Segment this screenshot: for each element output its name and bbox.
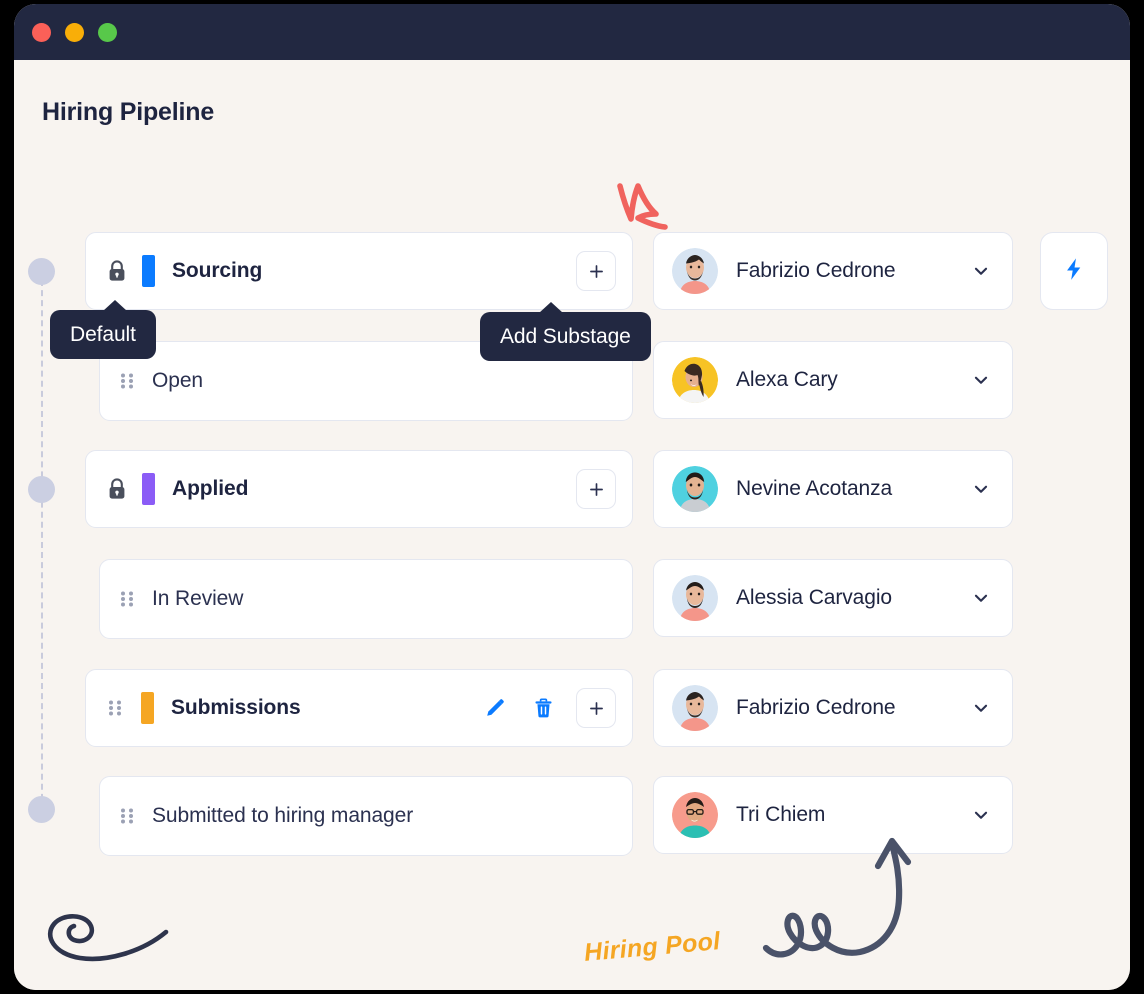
delete-stage-button[interactable] [530, 695, 556, 721]
candidate-name: Alexa Cary [736, 368, 838, 391]
candidate-card[interactable]: Tri Chiem [653, 776, 1013, 854]
candidate-card[interactable]: Alessia Carvagio [653, 559, 1013, 637]
minimize-window-button[interactable] [65, 22, 84, 42]
avatar [672, 792, 718, 838]
candidate-card[interactable]: Fabrizio Cedrone [653, 669, 1013, 747]
drag-handle-icon[interactable] [118, 805, 136, 827]
stage-card-applied[interactable]: Applied [85, 450, 633, 528]
avatar [672, 685, 718, 731]
candidate-card[interactable]: Fabrizio Cedrone [653, 232, 1013, 310]
substage-card-submitted-to-hiring-manager[interactable]: Submitted to hiring manager [99, 776, 633, 856]
avatar [672, 466, 718, 512]
chevron-down-icon[interactable] [970, 804, 992, 826]
chevron-down-icon[interactable] [970, 587, 992, 609]
avatar [672, 248, 718, 294]
stage-name: Submissions [171, 696, 301, 719]
chevron-down-icon[interactable] [970, 478, 992, 500]
chevron-down-icon[interactable] [970, 697, 992, 719]
stage-name: Applied [172, 477, 249, 500]
tooltip-add-substage: Add Substage [480, 302, 651, 361]
add-substage-button[interactable] [576, 251, 616, 291]
tooltip-default: Default [50, 300, 156, 359]
chevron-down-icon[interactable] [970, 369, 992, 391]
lightning-bolt-icon [1061, 256, 1087, 287]
close-window-button[interactable] [32, 22, 51, 42]
stage-card-sourcing[interactable]: Sourcing [85, 232, 633, 310]
substage-name: Open [152, 369, 203, 392]
candidate-name: Fabrizio Cedrone [736, 696, 896, 719]
stage-name: Sourcing [172, 259, 263, 282]
hiring-pool-annotation: Hiring Pool [582, 927, 722, 967]
stage-color-swatch [142, 473, 155, 505]
avatar [672, 357, 718, 403]
timeline-dot-sourcing [28, 258, 55, 285]
candidate-name: Alessia Carvagio [736, 586, 892, 609]
swirl-flourish-icon [38, 906, 178, 973]
substage-name: In Review [152, 587, 244, 610]
lock-icon [106, 259, 128, 283]
page-title: Hiring Pipeline [42, 98, 215, 126]
candidate-card[interactable]: Alexa Cary [653, 341, 1013, 419]
red-scribble-arrow-icon [610, 174, 690, 241]
app-window: Hiring Pipeline Sourcing Open Applied In… [14, 4, 1130, 990]
stage-color-swatch [142, 255, 155, 287]
substage-name: Submitted to hiring manager [152, 804, 414, 827]
chevron-down-icon[interactable] [970, 260, 992, 282]
avatar [672, 575, 718, 621]
add-substage-button[interactable] [576, 688, 616, 728]
maximize-window-button[interactable] [98, 22, 117, 42]
stage-card-submissions[interactable]: Submissions [85, 669, 633, 747]
candidate-name: Tri Chiem [736, 803, 826, 826]
candidate-card[interactable]: Nevine Acotanza [653, 450, 1013, 528]
drag-handle-icon[interactable] [106, 697, 124, 719]
drag-handle-icon[interactable] [118, 370, 136, 392]
curly-arrow-icon [758, 836, 938, 971]
candidate-name: Fabrizio Cedrone [736, 259, 896, 282]
candidate-name: Nevine Acotanza [736, 477, 893, 500]
timeline-dot-applied [28, 476, 55, 503]
pipeline-canvas: Hiring Pipeline Sourcing Open Applied In… [14, 60, 1130, 990]
quick-action-button[interactable] [1040, 232, 1108, 310]
edit-stage-button[interactable] [482, 695, 508, 721]
add-substage-button[interactable] [576, 469, 616, 509]
drag-handle-icon[interactable] [118, 588, 136, 610]
timeline-rail [41, 280, 43, 820]
stage-color-swatch [141, 692, 154, 724]
timeline-dot-submissions [28, 796, 55, 823]
window-titlebar [14, 4, 1130, 60]
lock-icon [106, 477, 128, 501]
substage-card-in-review[interactable]: In Review [99, 559, 633, 639]
